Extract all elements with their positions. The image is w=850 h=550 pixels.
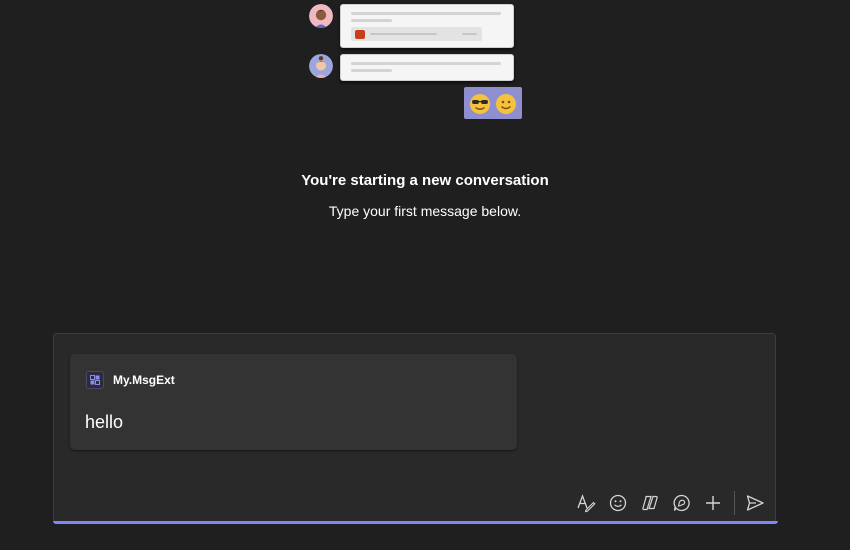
format-button[interactable] <box>575 492 597 514</box>
empty-state-illustration <box>0 0 850 130</box>
empty-state-title: You're starting a new conversation <box>301 172 549 189</box>
smiling-emoji-icon <box>496 94 516 114</box>
add-button[interactable] <box>702 492 724 514</box>
powerpoint-icon <box>355 30 365 39</box>
add-icon <box>706 496 720 510</box>
loop-icon <box>642 495 658 511</box>
praise-icon <box>673 494 690 512</box>
sunglasses-emoji-icon <box>470 94 490 114</box>
send-icon <box>746 495 764 511</box>
app-name: My.MsgExt <box>113 373 175 387</box>
emoji-message-bubble <box>464 87 522 119</box>
sample-message-card <box>340 4 514 48</box>
avatar <box>309 4 333 28</box>
compose-focus-underline <box>53 521 778 524</box>
emoji-icon <box>609 494 627 512</box>
praise-button[interactable] <box>671 492 693 514</box>
message-extension-card[interactable]: My.MsgExt hello <box>70 354 517 450</box>
app-icon <box>86 371 104 389</box>
send-button[interactable] <box>744 492 766 514</box>
format-icon <box>577 494 596 513</box>
compose-box[interactable]: My.MsgExt hello <box>53 333 776 523</box>
empty-state-subtitle: Type your first message below. <box>328 203 522 219</box>
avatar <box>309 54 333 78</box>
sample-message-card <box>340 54 514 81</box>
card-message-text: hello <box>85 412 124 432</box>
toolbar-divider <box>734 491 735 515</box>
loop-button[interactable] <box>639 492 661 514</box>
emoji-button[interactable] <box>607 492 629 514</box>
